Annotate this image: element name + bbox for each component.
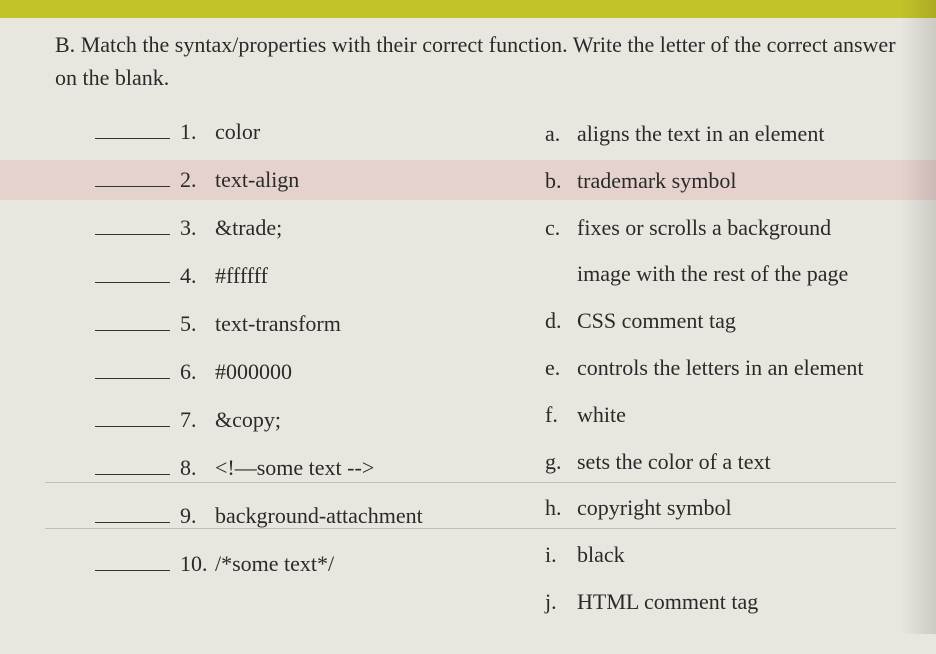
answer-blank[interactable] bbox=[95, 217, 170, 235]
question-text: <!—some text --> bbox=[215, 455, 515, 481]
answer-blank[interactable] bbox=[95, 169, 170, 187]
answer-option: c. fixes or scrolls a background bbox=[545, 213, 896, 244]
answer-text: controls the letters in an element bbox=[577, 353, 896, 384]
answer-text: CSS comment tag bbox=[577, 306, 896, 337]
answer-option: h. copyright symbol bbox=[545, 493, 896, 524]
question-text: text-align bbox=[215, 167, 515, 193]
answer-blank[interactable] bbox=[95, 409, 170, 427]
instruction-text: B. Match the syntax/properties with thei… bbox=[55, 28, 896, 94]
answer-text: black bbox=[577, 540, 896, 571]
answer-letter: a. bbox=[545, 119, 577, 150]
answer-text: HTML comment tag bbox=[577, 587, 896, 618]
question-row: 6. #000000 bbox=[95, 359, 515, 385]
question-number: 10. bbox=[180, 551, 215, 577]
question-row: 2. text-align bbox=[95, 167, 515, 193]
question-row: 1. color bbox=[95, 119, 515, 145]
answer-letter: e. bbox=[545, 353, 577, 384]
answer-blank[interactable] bbox=[95, 313, 170, 331]
question-number: 8. bbox=[180, 455, 215, 481]
answer-option: e. controls the letters in an element bbox=[545, 353, 896, 384]
answer-letter: j. bbox=[545, 587, 577, 618]
answer-text: fixes or scrolls a background bbox=[577, 213, 896, 244]
answer-option: g. sets the color of a text bbox=[545, 447, 896, 478]
answer-letter: h. bbox=[545, 493, 577, 524]
question-number: 4. bbox=[180, 263, 215, 289]
answer-blank[interactable] bbox=[95, 361, 170, 379]
answer-letter: b. bbox=[545, 166, 577, 197]
question-number: 7. bbox=[180, 407, 215, 433]
question-row: 9. background-attachment bbox=[95, 503, 515, 529]
page-curl-shadow bbox=[901, 0, 936, 634]
question-number: 5. bbox=[180, 311, 215, 337]
question-row: 8. <!—some text --> bbox=[95, 455, 515, 481]
question-number: 2. bbox=[180, 167, 215, 193]
answer-option: f. white bbox=[545, 400, 896, 431]
questions-column: 1. color 2. text-align 3. &trade; 4. #ff… bbox=[95, 119, 515, 634]
answer-text: sets the color of a text bbox=[577, 447, 896, 478]
question-text: /*some text*/ bbox=[215, 551, 515, 577]
question-text: #ffffff bbox=[215, 263, 515, 289]
question-text: &trade; bbox=[215, 215, 515, 241]
question-number: 9. bbox=[180, 503, 215, 529]
answer-option: i. black bbox=[545, 540, 896, 571]
answer-text: copyright symbol bbox=[577, 493, 896, 524]
answer-option-continuation: image with the rest of the page bbox=[545, 259, 896, 290]
section-prefix: B. bbox=[55, 32, 75, 57]
answer-blank[interactable] bbox=[95, 265, 170, 283]
answer-option: j. HTML comment tag bbox=[545, 587, 896, 618]
question-number: 6. bbox=[180, 359, 215, 385]
answer-blank[interactable] bbox=[95, 457, 170, 475]
question-row: 7. &copy; bbox=[95, 407, 515, 433]
question-text: &copy; bbox=[215, 407, 515, 433]
answer-text: image with the rest of the page bbox=[577, 259, 896, 290]
top-accent-bar bbox=[0, 0, 936, 18]
question-text: background-attachment bbox=[215, 503, 515, 529]
answer-option: d. CSS comment tag bbox=[545, 306, 896, 337]
question-row: 10. /*some text*/ bbox=[95, 551, 515, 577]
question-row: 3. &trade; bbox=[95, 215, 515, 241]
instruction-body: Match the syntax/properties with their c… bbox=[55, 32, 896, 90]
question-row: 4. #ffffff bbox=[95, 263, 515, 289]
answer-option: b. trademark symbol bbox=[545, 166, 896, 197]
question-text: text-transform bbox=[215, 311, 515, 337]
answer-letter: g. bbox=[545, 447, 577, 478]
answer-text: aligns the text in an element bbox=[577, 119, 896, 150]
answer-text: white bbox=[577, 400, 896, 431]
answer-letter: i. bbox=[545, 540, 577, 571]
answer-blank[interactable] bbox=[95, 505, 170, 523]
question-number: 3. bbox=[180, 215, 215, 241]
answer-letter: c. bbox=[545, 213, 577, 244]
answer-letter: d. bbox=[545, 306, 577, 337]
answer-text: trademark symbol bbox=[577, 166, 896, 197]
answer-option: a. aligns the text in an element bbox=[545, 119, 896, 150]
answer-blank[interactable] bbox=[95, 553, 170, 571]
answers-column: a. aligns the text in an element b. trad… bbox=[545, 119, 896, 634]
question-number: 1. bbox=[180, 119, 215, 145]
question-row: 5. text-transform bbox=[95, 311, 515, 337]
question-text: color bbox=[215, 119, 515, 145]
answer-blank[interactable] bbox=[95, 121, 170, 139]
question-text: #000000 bbox=[215, 359, 515, 385]
answer-letter: f. bbox=[545, 400, 577, 431]
